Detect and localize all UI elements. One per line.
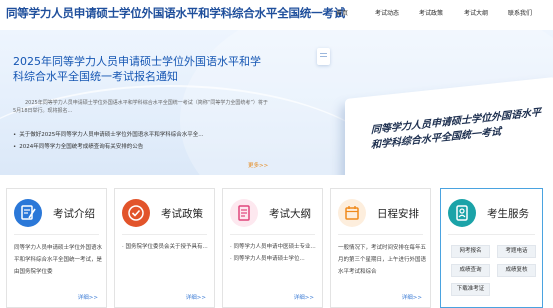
list-item[interactable]: 国务院学位委员会关于授予具有... (122, 242, 210, 254)
download-admission-ticket-button[interactable]: 下载准考证 (451, 283, 490, 296)
details-link[interactable]: 详细>> (186, 293, 206, 301)
hero-banner: 2025年同等学力人员申请硕士学位外国语水平和学科综合水平全国统一考试报名通知 … (0, 30, 553, 175)
news-item[interactable]: 关于做好2025年同等学力人员申请硕士学位外国语水平和学科综合水平全... (13, 129, 263, 141)
divider (338, 234, 423, 235)
card-exam-policy[interactable]: 考试政策 国务院学位委员会关于授予具有... 详细>> (114, 188, 215, 308)
edit-document-icon (14, 199, 42, 227)
card-exam-intro[interactable]: 考试介绍 同等学力人员申请硕士学位外国语水平和学科综合水平全国统一考试，是由国务… (6, 188, 107, 308)
notice-headline[interactable]: 2025年同等学力人员申请硕士学位外国语水平和学科综合水平全国统一考试报名通知 (13, 54, 263, 84)
online-registration-button[interactable]: 网考报名 (451, 245, 490, 258)
card-candidate-services: 考生服务 网考报名 考题电话 成绩查询 成绩复核 下载准考证 (440, 188, 543, 308)
card-description: 一般情况下，考试时间安排在每年五月的第三个星期日，上午进行外国语水平考试和综合 (338, 245, 427, 275)
document-icon (317, 48, 330, 65)
feature-cards: 考试介绍 同等学力人员申请硕士学位外国语水平和学科综合水平全国统一考试，是由国务… (0, 182, 553, 308)
list-item[interactable]: 同等学力人员申请硕士学位... (230, 254, 318, 266)
site-title[interactable]: 同等学力人员申请硕士学位外国语水平和学科综合水平全国统一考试 (6, 5, 345, 21)
exam-hotline-button[interactable]: 考题电话 (497, 245, 536, 258)
site-header: 同等学力人员申请硕士学位外国语水平和学科综合水平全国统一考试 首页 考试动态 考… (0, 0, 553, 30)
divider (14, 234, 99, 235)
card-exam-syllabus[interactable]: 考试大纲 同等学力人员申请中医硕士专业... 同等学力人员申请硕士学位... 详… (222, 188, 323, 308)
details-link[interactable]: 详细>> (78, 293, 98, 301)
news-list: 关于做好2025年同等学力人员申请硕士学位外国语水平和学科综合水平全... 20… (13, 129, 263, 153)
details-link[interactable]: 详细>> (402, 293, 422, 301)
more-news-link[interactable]: 更多>> (248, 161, 268, 169)
card-title: 考试介绍 (53, 208, 95, 220)
card-title: 考生服务 (487, 208, 529, 220)
id-card-icon (448, 199, 476, 227)
card-description: 同等学力人员申请硕士学位外国语水平和学科综合水平全国统一考试，是由国务院学位委 (14, 245, 103, 275)
syllabus-icon (230, 199, 258, 227)
divider (448, 234, 535, 235)
score-review-button[interactable]: 成绩复核 (497, 264, 536, 277)
syllabus-list: 同等学力人员申请中医硕士专业... 同等学力人员申请硕士学位... (230, 242, 318, 265)
policy-list: 国务院学位委员会关于授予具有... (122, 242, 210, 254)
nav-item-contact[interactable]: 联系我们 (508, 8, 532, 17)
divider (122, 234, 207, 235)
list-item[interactable]: 同等学力人员申请中医硕士专业... (230, 242, 318, 254)
card-title: 考试政策 (161, 208, 203, 220)
divider (230, 234, 315, 235)
checkmark-icon (122, 199, 150, 227)
details-link[interactable]: 详细>> (294, 293, 314, 301)
card-title: 考试大纲 (269, 208, 311, 220)
nav-item-exam-syllabus[interactable]: 考试大纲 (464, 8, 488, 17)
score-query-button[interactable]: 成绩查询 (451, 264, 490, 277)
nav-item-home[interactable]: 首页 (336, 8, 348, 17)
news-item[interactable]: 2024年同等学力全国统考成绩查询有关安排的公告 (13, 141, 263, 153)
nav-item-exam-news[interactable]: 考试动态 (375, 8, 399, 17)
card-title: 日程安排 (377, 208, 419, 220)
calendar-icon (338, 199, 366, 227)
card-schedule[interactable]: 日程安排 一般情况下，考试时间安排在每年五月的第三个星期日，上午进行外国语水平考… (330, 188, 431, 308)
notice-summary: 2025年同等学力人员申请硕士学位外国语水平和学科综合水平全国统一考试（简称“同… (13, 100, 268, 114)
nav-item-exam-policy[interactable]: 考试政策 (419, 8, 443, 17)
